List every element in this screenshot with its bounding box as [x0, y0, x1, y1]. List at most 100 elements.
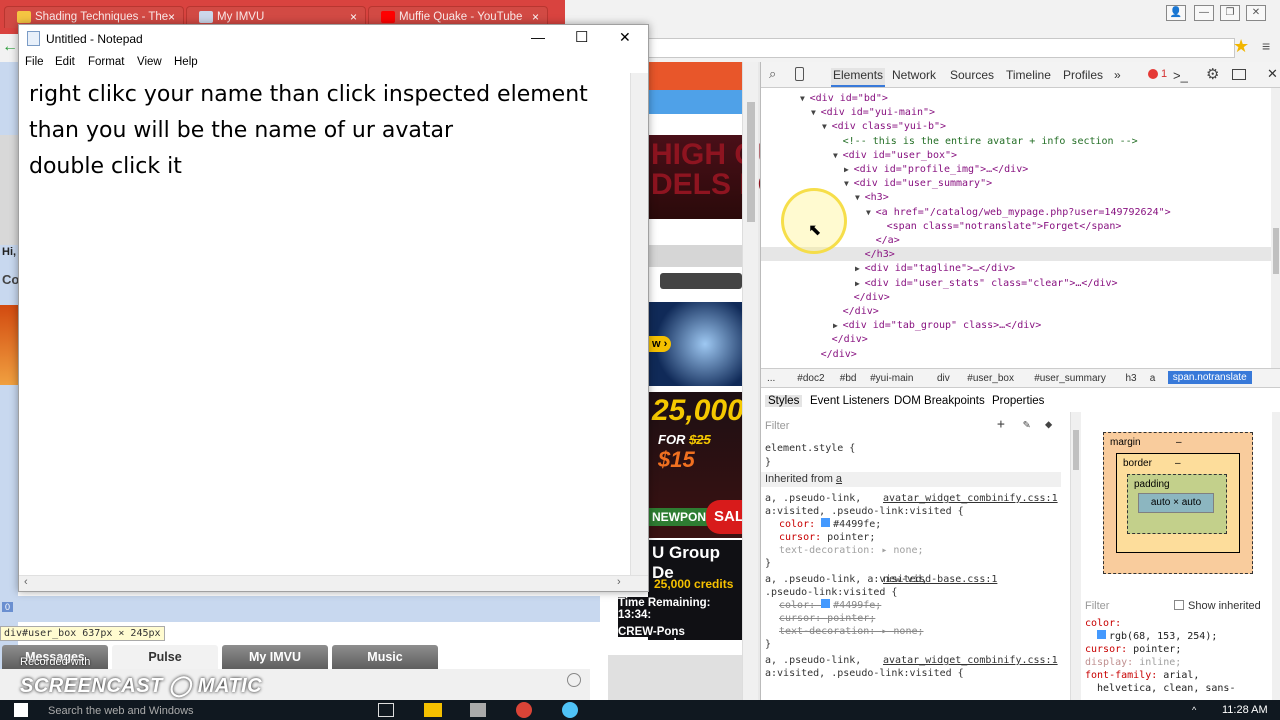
system-tray-icon[interactable]: ^: [1192, 705, 1196, 715]
notepad-window[interactable]: Untitled - Notepad — ☐ ✕ File Edit Forma…: [18, 24, 649, 592]
show-inherited-checkbox[interactable]: [1174, 600, 1184, 610]
menu-icon[interactable]: ≡: [1262, 38, 1270, 54]
style-declaration[interactable]: color: #4499fe;: [779, 599, 881, 612]
collapse-arrow-icon[interactable]: ▼: [866, 208, 876, 217]
expand-arrow-icon[interactable]: ▶: [844, 165, 854, 174]
dom-node[interactable]: ▼ <div id="user_summary">: [844, 177, 992, 191]
tab-timeline[interactable]: Timeline: [1006, 68, 1051, 82]
dom-node[interactable]: <!-- this is the entire avatar + info se…: [833, 135, 1138, 149]
devtools-close-icon[interactable]: ✕: [1267, 66, 1278, 82]
tab-close-icon[interactable]: ×: [350, 10, 357, 24]
computed-scrollbar[interactable]: [1272, 412, 1280, 700]
scroll-right-icon[interactable]: ›: [617, 576, 621, 588]
ad-arrow-button[interactable]: w ›: [648, 336, 672, 352]
breadcrumb-item[interactable]: div: [937, 373, 950, 384]
notepad-horizontal-scrollbar[interactable]: ‹ ›: [19, 575, 648, 591]
breadcrumb-item[interactable]: #doc2: [797, 373, 824, 384]
tab-my-imvu[interactable]: My IMVU: [222, 645, 328, 669]
rule-source-link[interactable]: avatar_widget_combinify.css:1: [883, 492, 1058, 505]
style-declaration[interactable]: text-decoration: ▸ none;: [779, 625, 924, 638]
collapse-arrow-icon[interactable]: ▼: [822, 122, 832, 131]
error-icon[interactable]: [1148, 69, 1158, 79]
toggle-element-state-icon[interactable]: ◆: [1045, 417, 1052, 431]
subtab-event-listeners[interactable]: Event Listeners: [810, 395, 889, 407]
taskbar-search[interactable]: Search the web and Windows: [48, 705, 194, 717]
dom-node[interactable]: </div>: [822, 333, 868, 347]
styles-scrollbar-thumb[interactable]: [1073, 430, 1079, 470]
address-bar[interactable]: [640, 38, 1235, 58]
store-icon[interactable]: [470, 703, 486, 717]
window-close-button[interactable]: ✕: [1246, 5, 1266, 21]
windows-start-icon[interactable]: [14, 703, 28, 717]
menu-view[interactable]: View: [137, 56, 162, 68]
notepad-close-button[interactable]: ✕: [619, 29, 631, 46]
collapse-arrow-icon[interactable]: ▼: [800, 94, 810, 103]
menu-format[interactable]: Format: [88, 56, 124, 68]
tab-close-icon[interactable]: ×: [532, 10, 539, 24]
dom-node[interactable]: </div>: [833, 305, 879, 319]
subtab-styles[interactable]: Styles: [765, 395, 803, 407]
dom-node[interactable]: ▼ <div class="yui-b">: [822, 120, 946, 134]
ad-banner-blue[interactable]: w ›: [648, 302, 743, 386]
computed-filter-input[interactable]: Filter: [1085, 600, 1109, 612]
collapse-arrow-icon[interactable]: ▼: [844, 179, 854, 188]
window-minimize-button[interactable]: —: [1194, 5, 1214, 21]
dom-node[interactable]: ▶ <div id="user_stats" class="clear">…</…: [855, 277, 1118, 291]
tab-close-icon[interactable]: ×: [168, 10, 175, 24]
breadcrumb-item[interactable]: #user_summary: [1034, 373, 1106, 384]
subtab-dom-breakpoints[interactable]: DOM Breakpoints: [894, 395, 985, 407]
dom-node[interactable]: </h3>: [855, 248, 895, 262]
dom-node[interactable]: ▶ <div id="tagline">…</div>: [855, 262, 1015, 276]
tab-profiles[interactable]: Profiles: [1063, 68, 1103, 82]
settings-gear-icon[interactable]: ⚙: [1206, 65, 1219, 83]
tab-music[interactable]: Music: [332, 645, 438, 669]
more-tabs-icon[interactable]: »: [1114, 68, 1121, 82]
tab-pulse[interactable]: Pulse: [112, 645, 218, 669]
menu-help[interactable]: Help: [174, 56, 198, 68]
subtab-properties[interactable]: Properties: [992, 395, 1044, 407]
color-swatch[interactable]: [821, 599, 831, 608]
back-arrow-icon[interactable]: ←: [2, 38, 18, 56]
breadcrumb-item[interactable]: #yui-main: [870, 373, 913, 384]
chrome-icon[interactable]: [516, 702, 532, 718]
dom-node[interactable]: ▼ <div id="bd">: [800, 92, 888, 106]
dom-node[interactable]: ▶ <div id="profile_img">…</div>: [844, 163, 1028, 177]
device-mode-icon[interactable]: [795, 67, 804, 81]
notepad-text-area[interactable]: right clikc your name than click inspect…: [29, 77, 629, 185]
style-declaration[interactable]: cursor: pointer;: [779, 531, 875, 544]
dom-node[interactable]: <span class="notranslate">Forget</span>: [877, 220, 1122, 234]
dom-node[interactable]: ▼ <div id="user_box">: [833, 149, 957, 163]
color-swatch[interactable]: [821, 518, 831, 527]
menu-edit[interactable]: Edit: [55, 56, 75, 68]
notepad-title-bar[interactable]: Untitled - Notepad — ☐ ✕: [19, 25, 648, 53]
breadcrumb-item[interactable]: #bd: [840, 373, 857, 384]
expand-arrow-icon[interactable]: ▶: [855, 264, 865, 273]
scrollbar-thumb[interactable]: [747, 102, 755, 222]
tab-sources[interactable]: Sources: [950, 68, 994, 82]
rule-source-link[interactable]: avatar_widget_combinify.css:1: [883, 654, 1058, 667]
collapse-arrow-icon[interactable]: ▼: [833, 151, 843, 160]
notepad-maximize-button[interactable]: ☐: [575, 28, 588, 46]
window-restore-button[interactable]: ❐: [1220, 5, 1240, 21]
breadcrumb-item[interactable]: h3: [1126, 373, 1137, 384]
breadcrumb-item[interactable]: span.notranslate: [1167, 371, 1252, 384]
style-declaration[interactable]: color: #4499fe;: [779, 518, 881, 531]
task-view-icon[interactable]: [378, 703, 394, 717]
dom-scrollbar[interactable]: [1271, 88, 1280, 368]
breadcrumb-item[interactable]: #user_box: [967, 373, 1014, 384]
tab-elements[interactable]: Elements: [831, 68, 886, 87]
dock-icon[interactable]: [1232, 69, 1246, 80]
collapse-arrow-icon[interactable]: ▼: [855, 193, 865, 202]
dom-node[interactable]: ▼ <div id="yui-main">: [811, 106, 935, 120]
rule-source-link[interactable]: new-visd-base.css:1: [883, 573, 997, 586]
style-declaration[interactable]: cursor: pointer;: [779, 612, 875, 625]
breadcrumb-item[interactable]: ...: [767, 373, 775, 384]
ad-banner-credits[interactable]: 25,000 FOR $25 $15 NEWPON SAL: [648, 392, 746, 538]
chat-icon[interactable]: [567, 673, 581, 687]
tab-network[interactable]: Network: [892, 68, 936, 82]
menu-file[interactable]: File: [25, 56, 44, 68]
pin-icon[interactable]: ✎: [1023, 417, 1030, 431]
style-declaration[interactable]: text-decoration: ▸ none;: [779, 544, 924, 557]
expand-arrow-icon[interactable]: ▶: [855, 279, 865, 288]
dom-node[interactable]: ▼ <a href="/catalog/web_mypage.php?user=…: [866, 206, 1171, 220]
